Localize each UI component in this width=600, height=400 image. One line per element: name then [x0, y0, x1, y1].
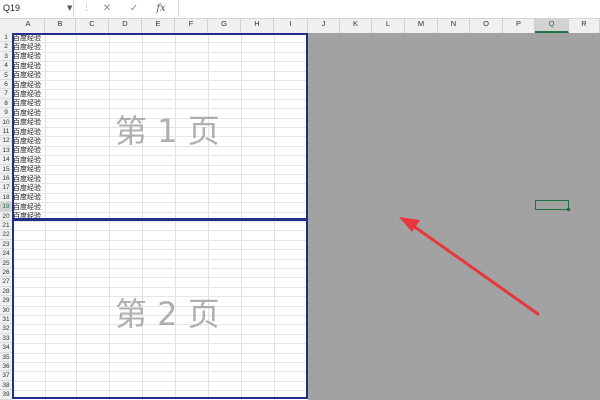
column-header-e[interactable]: E: [142, 19, 175, 33]
row-header-34[interactable]: 34: [0, 343, 12, 353]
row-header-36[interactable]: 36: [0, 362, 12, 372]
check-icon[interactable]: ✓: [127, 0, 141, 17]
more-dots-icon: ⋮: [82, 3, 91, 13]
column-header-k[interactable]: K: [340, 19, 372, 33]
row-header-31[interactable]: 31: [0, 315, 12, 325]
active-cell-q19[interactable]: [535, 200, 569, 210]
column-header-b[interactable]: B: [45, 19, 76, 33]
column-header-d[interactable]: D: [109, 19, 142, 33]
row-header-16[interactable]: 16: [0, 174, 12, 184]
row-header-15[interactable]: 15: [0, 165, 12, 174]
row-header-38[interactable]: 38: [0, 381, 12, 391]
row-header-5[interactable]: 5: [0, 71, 12, 80]
row-header-22[interactable]: 22: [0, 230, 12, 240]
row-header-25[interactable]: 25: [0, 259, 12, 268]
row-header-17[interactable]: 17: [0, 183, 12, 193]
column-header-p[interactable]: P: [503, 19, 535, 33]
row-header-11[interactable]: 11: [0, 127, 12, 137]
insert-function-button[interactable]: fx: [150, 0, 172, 17]
formula-bar: Q19 ▼ ⋮ ✕ ✓ fx: [0, 0, 600, 19]
row-header-10[interactable]: 10: [0, 118, 12, 127]
row-header-19[interactable]: 19: [0, 202, 12, 212]
row-header-13[interactable]: 13: [0, 146, 12, 156]
row-header-14[interactable]: 14: [0, 155, 12, 165]
row-header-18[interactable]: 18: [0, 193, 12, 203]
column-header-q[interactable]: Q: [535, 19, 569, 33]
column-header-r[interactable]: R: [569, 19, 600, 33]
column-header-c[interactable]: C: [76, 19, 109, 33]
row-header-27[interactable]: 27: [0, 277, 12, 287]
row-header-35[interactable]: 35: [0, 353, 12, 362]
column-header-n[interactable]: N: [438, 19, 470, 33]
row-header-32[interactable]: 32: [0, 324, 12, 334]
close-icon[interactable]: ✕: [100, 0, 114, 17]
row-header-12[interactable]: 12: [0, 136, 12, 146]
page-2-watermark: 第 2 页: [115, 295, 220, 333]
page-1-watermark: 第 1 页: [115, 112, 220, 150]
row-header-29[interactable]: 29: [0, 296, 12, 306]
row-header-3[interactable]: 3: [0, 52, 12, 62]
column-header-l[interactable]: L: [372, 19, 405, 33]
row-header-7[interactable]: 7: [0, 89, 12, 99]
column-header-o[interactable]: O: [470, 19, 503, 33]
formula-input[interactable]: [178, 0, 600, 17]
column-header: ABCDEFGHIJKLMNOPQR: [0, 19, 600, 34]
row-header-9[interactable]: 9: [0, 108, 12, 118]
name-box[interactable]: Q19: [0, 0, 74, 17]
column-header-a[interactable]: A: [12, 19, 45, 33]
row-header-24[interactable]: 24: [0, 249, 12, 259]
row-header-8[interactable]: 8: [0, 99, 12, 109]
column-header-h[interactable]: H: [241, 19, 274, 33]
row-header-37[interactable]: 37: [0, 371, 12, 381]
row-header-23[interactable]: 23: [0, 240, 12, 250]
row-header-4[interactable]: 4: [0, 61, 12, 71]
row-header-33[interactable]: 33: [0, 334, 12, 344]
column-header-j[interactable]: J: [308, 19, 340, 33]
non-print-area[interactable]: [308, 33, 600, 400]
row-header-21[interactable]: 21: [0, 221, 12, 231]
row-header-1[interactable]: 1: [0, 33, 12, 43]
row-header-28[interactable]: 28: [0, 287, 12, 297]
column-header-i[interactable]: I: [274, 19, 308, 33]
column-header-m[interactable]: M: [405, 19, 438, 33]
row-header-39[interactable]: 39: [0, 390, 12, 400]
column-header-f[interactable]: F: [175, 19, 208, 33]
chevron-down-icon[interactable]: ▼: [67, 0, 72, 17]
fill-handle[interactable]: [567, 208, 570, 211]
column-header-g[interactable]: G: [208, 19, 241, 33]
row-header-30[interactable]: 30: [0, 306, 12, 315]
row-header-26[interactable]: 26: [0, 268, 12, 278]
row-header-2[interactable]: 2: [0, 42, 12, 52]
row-header-20[interactable]: 20: [0, 212, 12, 221]
row-header-6[interactable]: 6: [0, 80, 12, 90]
